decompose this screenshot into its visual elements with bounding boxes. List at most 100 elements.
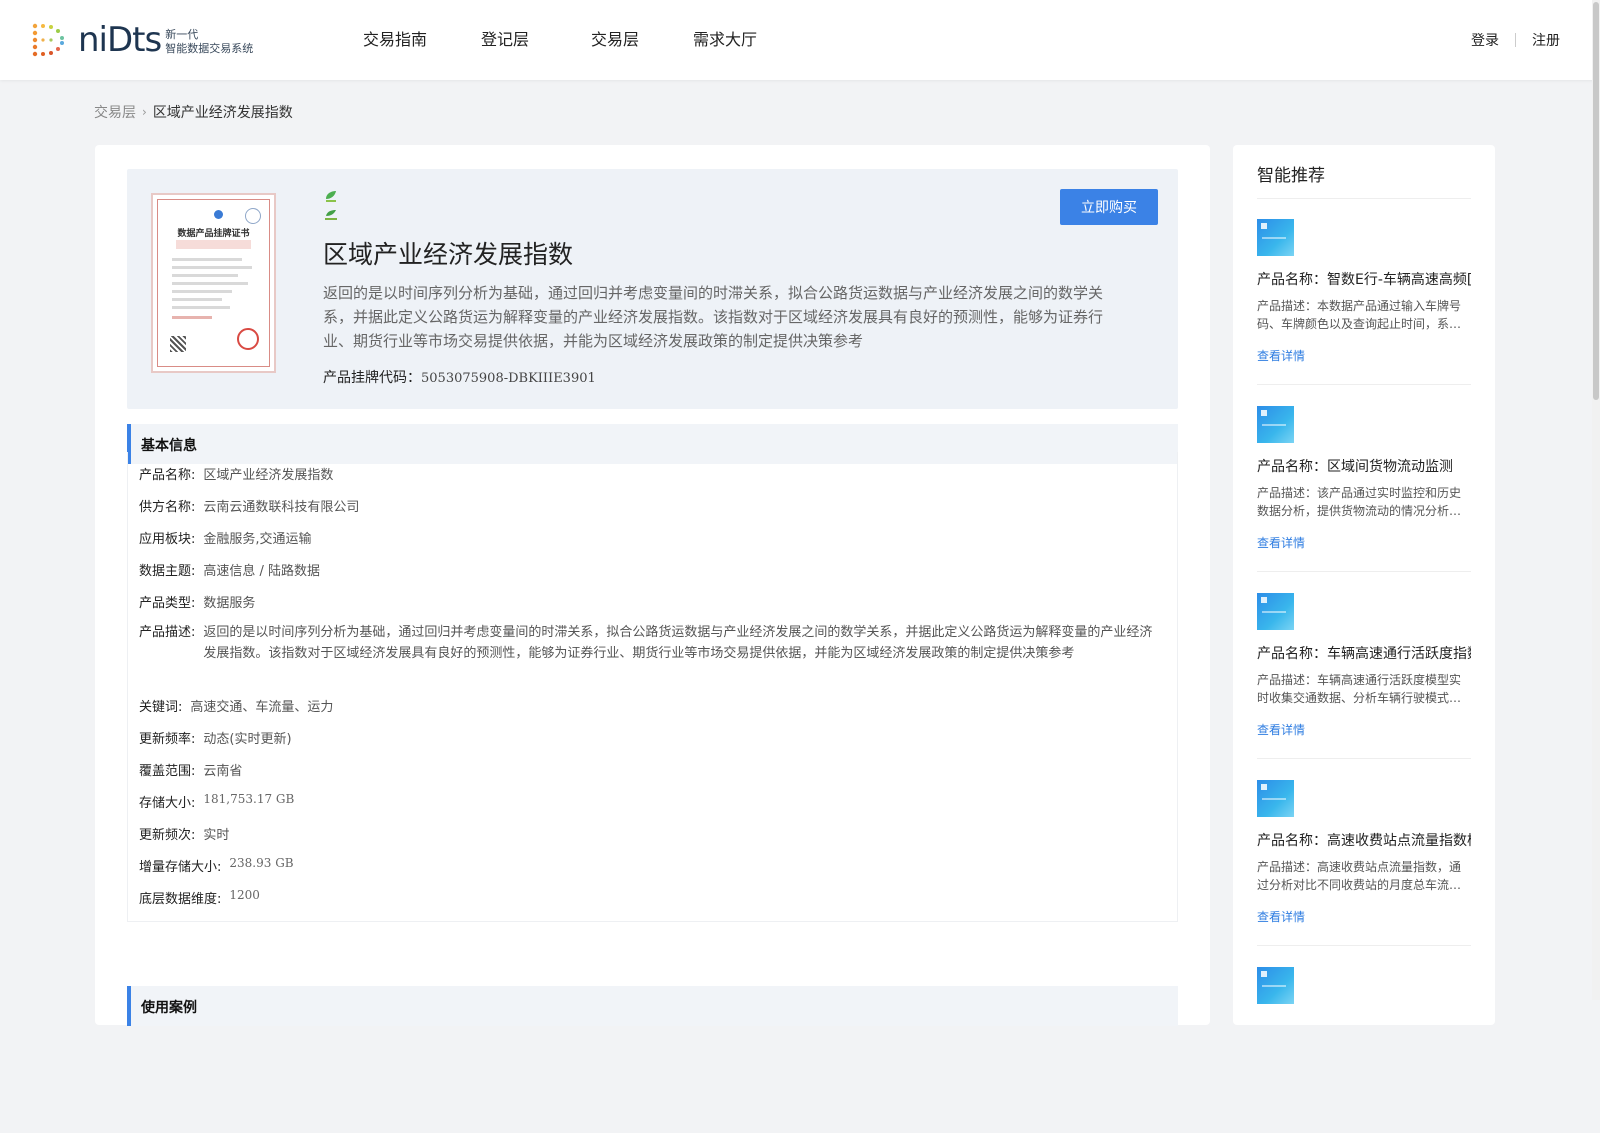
- info-value: 181,753.17 GB: [203, 792, 295, 806]
- info-label: 底层数据维度:: [139, 892, 222, 907]
- view-details-link[interactable]: 查看详情: [1257, 908, 1305, 925]
- info-label: 关键词:: [139, 700, 183, 715]
- leaf-badge-icon: [325, 210, 337, 220]
- certificate-image[interactable]: 数据产品挂牌证书: [151, 193, 276, 373]
- nav-registration-layer[interactable]: 登记层: [450, 0, 560, 80]
- info-value: 云南云通数联科技有限公司: [203, 500, 360, 515]
- info-value: 金融服务,交通运输: [203, 532, 312, 547]
- buy-now-button[interactable]: 立即购买: [1060, 189, 1158, 225]
- info-row-description: 产品描述: 返回的是以时间序列分析为基础，通过回归并考虑变量间的时滞关系，拟合公…: [139, 622, 1153, 664]
- info-label: 增量存储大小:: [139, 860, 222, 875]
- nav-trading-guide[interactable]: 交易指南: [340, 0, 450, 80]
- breadcrumb: 交易层 › 区域产业经济发展指数: [94, 102, 293, 122]
- certificate-rosette-icon: [245, 208, 261, 224]
- recommendation-item[interactable]: 产品名称：高速收费站点流量指数模型 产品描述：高速收费站点流量指数，通过分析对比…: [1257, 760, 1471, 946]
- recommendation-description: 产品描述：该产品通过实时监控和历史数据分析，提供货物流动的情况分析与趋势监测: [1257, 486, 1462, 518]
- recommendation-item[interactable]: [1257, 947, 1471, 1133]
- recommendation-item[interactable]: 产品名称：车辆高速通行活跃度指数 产品描述：车辆高速通行活跃度模型实时收集交通数…: [1257, 573, 1471, 759]
- recommendation-name[interactable]: 产品名称：车辆高速通行活跃度指数: [1257, 643, 1471, 663]
- recommendation-divider: [1257, 945, 1471, 946]
- breadcrumb-parent[interactable]: 交易层: [94, 102, 136, 122]
- breadcrumb-current: 区域产业经济发展指数: [152, 105, 293, 121]
- certificate-frame: 数据产品挂牌证书: [157, 199, 270, 367]
- product-summary-card: 数据产品挂牌证书 立即购买 区域产业经济发展指数 返回的是以时间序列分析为基础，…: [127, 169, 1178, 409]
- product-thumbnail[interactable]: [1257, 593, 1294, 630]
- nav-demand-hall[interactable]: 需求大厅: [670, 0, 780, 80]
- product-badges: [323, 189, 343, 225]
- view-details-link[interactable]: 查看详情: [1257, 534, 1305, 551]
- listing-code-value: 5053075908-DBKIIIE3901: [421, 371, 596, 386]
- chevron-right-icon: ›: [142, 105, 147, 119]
- product-summary-text: 返回的是以时间序列分析为基础，通过回归并考虑变量间的时滞关系，拟合公路货运数据与…: [323, 284, 1104, 350]
- info-value: 实时: [203, 828, 230, 843]
- info-value: 返回的是以时间序列分析为基础，通过回归并考虑变量间的时滞关系，拟合公路货运数据与…: [203, 625, 1153, 661]
- info-value: 数据服务: [203, 596, 256, 611]
- register-link[interactable]: 注册: [1532, 30, 1560, 50]
- info-label: 产品描述:: [139, 625, 196, 640]
- recommendation-divider: [1257, 758, 1471, 759]
- recommendation-divider: [1257, 384, 1471, 385]
- site-logo[interactable]: niDts 新一代 智能数据交易系统: [30, 20, 253, 60]
- main-nav: 交易指南 登记层 交易层 需求大厅: [340, 0, 780, 80]
- info-row-supplier: 供方名称: 云南云通数联科技有限公司: [139, 496, 359, 515]
- listing-code-label: 产品挂牌代码：: [323, 370, 421, 386]
- recommendation-name[interactable]: 产品名称：智数E行-车辆高速高频[: [1257, 269, 1471, 289]
- auth-divider: [1515, 33, 1516, 47]
- nav-trading-layer[interactable]: 交易层: [560, 0, 670, 80]
- recommendation-item[interactable]: 产品名称：智数E行-车辆高速高频[ 产品描述：本数据产品通过输入车牌号码、车牌颜…: [1257, 199, 1471, 385]
- certificate-text-line: [172, 306, 230, 309]
- info-row-sector: 应用板块: 金融服务,交通运输: [139, 528, 312, 547]
- product-thumbnail[interactable]: [1257, 219, 1294, 256]
- product-thumbnail[interactable]: [1257, 406, 1294, 443]
- recommendation-description: 产品描述：车辆高速通行活跃度模型实时收集交通数据、分析车辆行驶模式与通行规律: [1257, 673, 1462, 705]
- page-scrollbar[interactable]: [1592, 0, 1600, 1000]
- certificate-subtitle-bar: [176, 240, 251, 249]
- info-row-coverage: 覆盖范围: 云南省: [139, 760, 242, 779]
- certificate-text-line: [172, 316, 212, 319]
- info-label: 更新频率:: [139, 732, 196, 747]
- product-detail-panel: 数据产品挂牌证书 立即购买 区域产业经济发展指数 返回的是以时间序列分析为基础，…: [95, 145, 1210, 1026]
- product-title: 区域产业经济发展指数: [323, 240, 574, 269]
- logo-subtitle: 新一代 智能数据交易系统: [165, 24, 253, 56]
- recommendation-item[interactable]: 产品名称：区域间货物流动监测 产品描述：该产品通过实时监控和历史数据分析，提供货…: [1257, 386, 1471, 572]
- info-value: 云南省: [203, 764, 243, 779]
- recommendation-name[interactable]: 产品名称：区域间货物流动监测: [1257, 456, 1471, 476]
- product-thumbnail[interactable]: [1257, 967, 1294, 1004]
- view-details-link[interactable]: 查看详情: [1257, 347, 1305, 364]
- info-value: 1200: [229, 888, 260, 902]
- certificate-text-line: [172, 298, 222, 301]
- info-value: 动态(实时更新): [203, 732, 292, 747]
- info-row-data-topic: 数据主题: 高速信息 / 陆路数据: [139, 560, 320, 579]
- recommendation-name[interactable]: 产品名称：高速收费站点流量指数模型: [1257, 830, 1471, 850]
- info-label: 应用板块:: [139, 532, 196, 547]
- info-label: 覆盖范围:: [139, 764, 196, 779]
- logo-subtitle-line2: 智能数据交易系统: [165, 42, 254, 55]
- scrollbar-thumb[interactable]: [1593, 2, 1599, 400]
- info-value: 238.93 GB: [229, 856, 294, 870]
- info-value: 区域产业经济发展指数: [203, 468, 334, 483]
- listing-code: 产品挂牌代码：5053075908-DBKIIIE3901: [323, 367, 596, 387]
- certificate-text-line: [172, 290, 232, 293]
- certificate-text-line: [172, 282, 248, 285]
- recommendation-description: 产品描述：本数据产品通过输入车牌号码、车牌颜色以及查询起止时间，系统将返回该车辆…: [1257, 299, 1462, 331]
- certificate-text-line: [172, 274, 238, 277]
- info-value: 高速交通、车流量、运力: [190, 700, 334, 715]
- use-case-header: 使用案例: [127, 986, 1178, 1026]
- product-thumbnail[interactable]: [1257, 780, 1294, 817]
- logo-wordmark: niDts: [78, 20, 162, 60]
- auth-links: 登录 注册: [1471, 0, 1560, 80]
- info-value: 高速信息 / 陆路数据: [203, 564, 321, 579]
- certificate-text-line: [172, 258, 242, 261]
- view-details-link[interactable]: 查看详情: [1257, 721, 1305, 738]
- recommendation-description: 产品描述：高速收费站点流量指数，通过分析对比不同收费站的月度总车流量变化趋势: [1257, 860, 1462, 892]
- logo-dots-icon: [32, 23, 64, 57]
- info-label: 更新频次:: [139, 828, 196, 843]
- top-header: niDts 新一代 智能数据交易系统 交易指南 登记层 交易层 需求大厅 登录 …: [0, 0, 1600, 80]
- info-label: 产品名称:: [139, 468, 196, 483]
- info-row-product-type: 产品类型: 数据服务: [139, 592, 255, 611]
- info-label: 产品类型:: [139, 596, 196, 611]
- login-link[interactable]: 登录: [1471, 30, 1499, 50]
- certificate-title: 数据产品挂牌证书: [177, 229, 250, 239]
- info-label: 存储大小:: [139, 796, 196, 811]
- info-row-update-cadence: 更新频次: 实时: [139, 824, 229, 843]
